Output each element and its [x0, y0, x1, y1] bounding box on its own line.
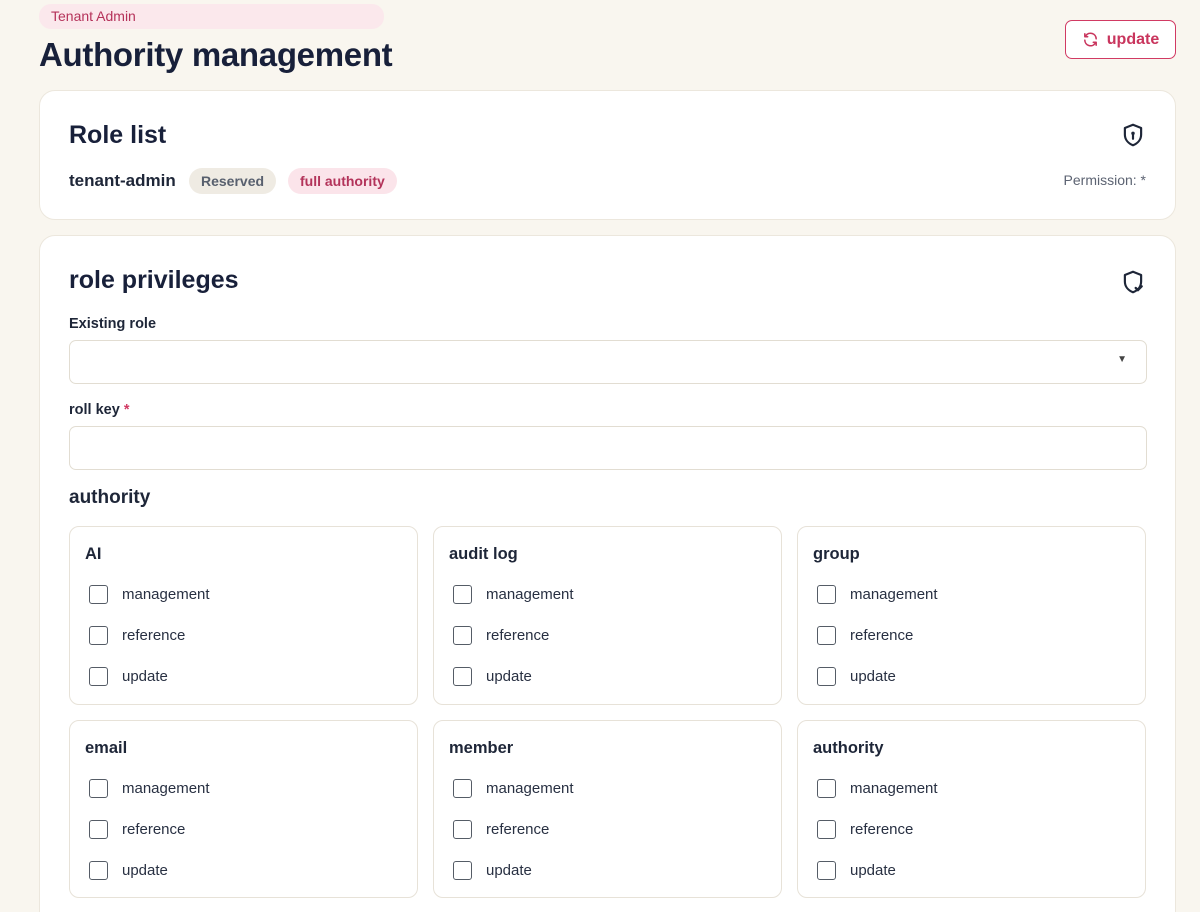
- checkbox[interactable]: [817, 861, 836, 880]
- permission-option[interactable]: reference: [453, 626, 549, 645]
- checkbox[interactable]: [89, 585, 108, 604]
- role-privileges-title: role privileges: [69, 266, 239, 294]
- permission-group-card: authority management reference update: [797, 720, 1146, 898]
- roll-key-label-text: roll key: [69, 402, 120, 418]
- update-button-label: update: [1106, 30, 1160, 48]
- roll-key-input[interactable]: [69, 426, 1147, 470]
- permission-option[interactable]: update: [817, 861, 896, 880]
- roll-key-label: roll key *: [69, 402, 129, 418]
- permission-group-card: audit log management reference update: [433, 526, 782, 705]
- permission-text: Permission: *: [1063, 172, 1146, 188]
- permission-option-label: reference: [850, 627, 914, 644]
- full-authority-badge: full authority: [288, 168, 397, 194]
- role-privileges-card: role privileges Existing role ▼ roll key…: [39, 235, 1176, 912]
- permission-option[interactable]: management: [453, 585, 574, 604]
- permission-option[interactable]: management: [89, 779, 210, 798]
- checkbox[interactable]: [817, 626, 836, 645]
- permission-option-label: management: [850, 586, 938, 603]
- permission-option-label: reference: [122, 821, 186, 838]
- permission-option[interactable]: update: [453, 861, 532, 880]
- existing-role-select[interactable]: ▼: [69, 340, 1147, 384]
- checkbox[interactable]: [89, 667, 108, 686]
- checkbox[interactable]: [453, 626, 472, 645]
- permission-option-label: reference: [486, 627, 550, 644]
- permission-group-title: member: [449, 739, 514, 757]
- permission-option[interactable]: reference: [89, 820, 185, 839]
- checkbox[interactable]: [453, 779, 472, 798]
- permission-group-card: member management reference update: [433, 720, 782, 898]
- permission-option-label: reference: [850, 821, 914, 838]
- permission-option[interactable]: management: [817, 779, 938, 798]
- permission-option-label: update: [850, 668, 896, 685]
- permission-option[interactable]: management: [89, 585, 210, 604]
- permission-option-label: reference: [122, 627, 186, 644]
- permission-option-label: update: [122, 862, 168, 879]
- permission-group-title: group: [813, 545, 860, 563]
- permission-option[interactable]: management: [817, 585, 938, 604]
- checkbox[interactable]: [453, 585, 472, 604]
- permission-option-label: management: [850, 780, 938, 797]
- permission-option-label: update: [486, 668, 532, 685]
- authority-section-label: authority: [69, 487, 151, 508]
- checkbox[interactable]: [453, 667, 472, 686]
- checkbox[interactable]: [817, 820, 836, 839]
- permission-group-card: AI management reference update: [69, 526, 418, 705]
- permission-option[interactable]: update: [89, 667, 168, 686]
- permission-group-title: audit log: [449, 545, 518, 563]
- permission-option-label: management: [486, 586, 574, 603]
- shield-check-icon: [1123, 270, 1143, 294]
- reserved-badge: Reserved: [189, 168, 277, 194]
- checkbox[interactable]: [89, 779, 108, 798]
- permission-group-card: group management reference update: [797, 526, 1146, 705]
- role-list-title: Role list: [69, 121, 167, 149]
- role-list-card: Role list tenant-admin Reserved full aut…: [39, 90, 1176, 220]
- permission-option-label: reference: [486, 821, 550, 838]
- checkbox[interactable]: [817, 779, 836, 798]
- permission-option-label: management: [486, 780, 574, 797]
- checkbox[interactable]: [89, 820, 108, 839]
- permission-option[interactable]: management: [453, 779, 574, 798]
- permission-group-title: AI: [85, 545, 102, 563]
- permission-option-label: update: [122, 668, 168, 685]
- authority-management-page: Tenant Admin Authority management update…: [0, 0, 1200, 912]
- permission-option-label: management: [122, 586, 210, 603]
- permission-option[interactable]: reference: [89, 626, 185, 645]
- permission-group-title: email: [85, 739, 128, 757]
- permission-option-label: management: [122, 780, 210, 797]
- required-marker: *: [123, 402, 130, 418]
- page-title: Authority management: [39, 36, 393, 73]
- role-name[interactable]: tenant-admin: [69, 171, 176, 191]
- checkbox[interactable]: [817, 585, 836, 604]
- checkbox[interactable]: [453, 820, 472, 839]
- update-button[interactable]: update: [1065, 20, 1176, 59]
- checkbox[interactable]: [89, 861, 108, 880]
- permission-option[interactable]: update: [453, 667, 532, 686]
- chevron-down-icon: ▼: [1117, 354, 1127, 365]
- checkbox[interactable]: [453, 861, 472, 880]
- permission-option[interactable]: reference: [817, 820, 913, 839]
- permission-option-label: update: [486, 862, 532, 879]
- permission-option[interactable]: update: [817, 667, 896, 686]
- existing-role-label: Existing role: [69, 316, 157, 332]
- shield-keyhole-icon: [1123, 123, 1143, 147]
- breadcrumb[interactable]: Tenant Admin: [39, 4, 384, 29]
- checkbox[interactable]: [817, 667, 836, 686]
- permission-option[interactable]: reference: [817, 626, 913, 645]
- checkbox[interactable]: [89, 626, 108, 645]
- refresh-icon: [1083, 32, 1097, 47]
- permission-option[interactable]: update: [89, 861, 168, 880]
- permission-group-card: email management reference update: [69, 720, 418, 898]
- permission-group-title: authority: [813, 739, 884, 757]
- permission-option[interactable]: reference: [453, 820, 549, 839]
- permission-option-label: update: [850, 862, 896, 879]
